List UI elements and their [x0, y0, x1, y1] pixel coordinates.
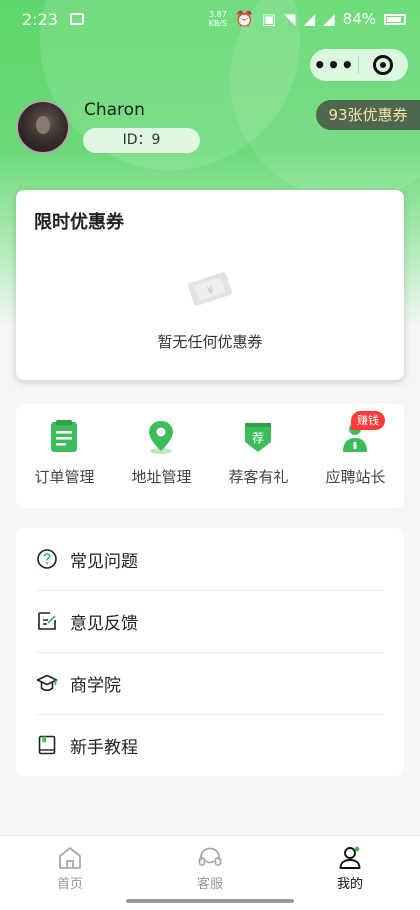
- tab-label: 我的: [336, 877, 363, 892]
- order-icon: [51, 420, 77, 452]
- book-icon: [38, 735, 56, 755]
- shortcut-address-management[interactable]: 地址管理: [113, 404, 210, 508]
- menu-item-label: 常见问题: [70, 551, 138, 572]
- close-mini-program-button[interactable]: [359, 55, 407, 75]
- user-id-badge: ID：9: [83, 128, 200, 153]
- recommend-badge-icon: 荐: [245, 423, 271, 452]
- empty-coupon-text: 暂无任何优惠券: [157, 333, 263, 351]
- coupon-count-badge[interactable]: 93张优惠券: [316, 100, 420, 130]
- menu-item-business-school[interactable]: 商学院: [16, 652, 404, 714]
- status-time: 2:23: [22, 9, 58, 29]
- avatar[interactable]: [16, 100, 70, 154]
- alarm-icon: ⏰: [235, 10, 254, 28]
- network-speed-value: 3.87: [208, 10, 227, 19]
- home-icon: [59, 847, 81, 869]
- location-pin-icon: [149, 421, 173, 454]
- shortcut-recommend-reward[interactable]: 荐 荐客有礼: [210, 404, 307, 508]
- tab-mine[interactable]: 我的: [280, 836, 420, 910]
- more-options-button[interactable]: •••: [310, 55, 358, 75]
- shortcut-label: 地址管理: [131, 468, 192, 486]
- menu-item-faq[interactable]: 常见问题: [16, 528, 404, 590]
- shortcut-label: 应聘站长: [325, 468, 386, 486]
- battery-percent: 84%: [342, 10, 376, 28]
- battery-icon: [384, 13, 406, 25]
- shortcut-label: 荐客有礼: [228, 468, 289, 486]
- nfc-icon: ▣: [261, 10, 277, 28]
- wifi-icon: ◥: [284, 10, 296, 28]
- status-indicators: 3.87 KB/S ⏰ ▣ ◥ ◢ ◢ 84%: [209, 10, 406, 28]
- user-icon: [339, 846, 361, 869]
- question-circle-icon: [37, 549, 57, 569]
- empty-coupon-icon: ¥: [188, 272, 232, 306]
- coupon-card-title: 限时优惠券: [34, 212, 124, 233]
- feedback-edit-icon: [38, 612, 56, 630]
- status-bar: 2:23 3.87 KB/S ⏰ ▣ ◥ ◢ ◢ 84%: [0, 0, 420, 38]
- shortcut-label: 订单管理: [34, 468, 95, 486]
- mini-program-capsule: •••: [310, 49, 408, 81]
- menu-item-feedback[interactable]: 意见反馈: [16, 590, 404, 652]
- signal-icon: ◢: [323, 10, 335, 28]
- tab-home[interactable]: 首页: [0, 836, 140, 910]
- headset-icon: [198, 847, 222, 866]
- target-icon: [373, 55, 393, 75]
- gallery-notification-icon: [69, 13, 84, 25]
- menu-item-label: 商学院: [70, 675, 121, 696]
- shortcut-order-management[interactable]: 订单管理: [16, 404, 113, 508]
- home-indicator: [126, 899, 294, 903]
- shortcut-grid: 订单管理 地址管理 荐 荐客有礼 应聘站长 赚钱: [16, 404, 404, 508]
- recommend-icon-text: 荐: [252, 431, 264, 445]
- menu-item-label: 新手教程: [70, 737, 138, 758]
- limited-coupon-card: 限时优惠券 ¥ 暂无任何优惠券: [16, 190, 404, 380]
- graduation-cap-icon: [36, 674, 58, 692]
- username: Charon: [84, 100, 145, 120]
- tab-label: 首页: [56, 877, 83, 892]
- tab-label: 客服: [196, 877, 223, 892]
- network-speed: 3.87 KB/S: [209, 10, 228, 28]
- menu-item-label: 意见反馈: [70, 613, 138, 634]
- earn-money-badge: 赚钱: [351, 411, 385, 430]
- network-speed-unit: KB/S: [208, 19, 228, 28]
- menu-list: 常见问题 意见反馈 商学院 新手教程: [16, 528, 404, 776]
- signal-icon: ◢: [303, 10, 316, 28]
- menu-item-beginner-tutorial[interactable]: 新手教程: [16, 714, 404, 776]
